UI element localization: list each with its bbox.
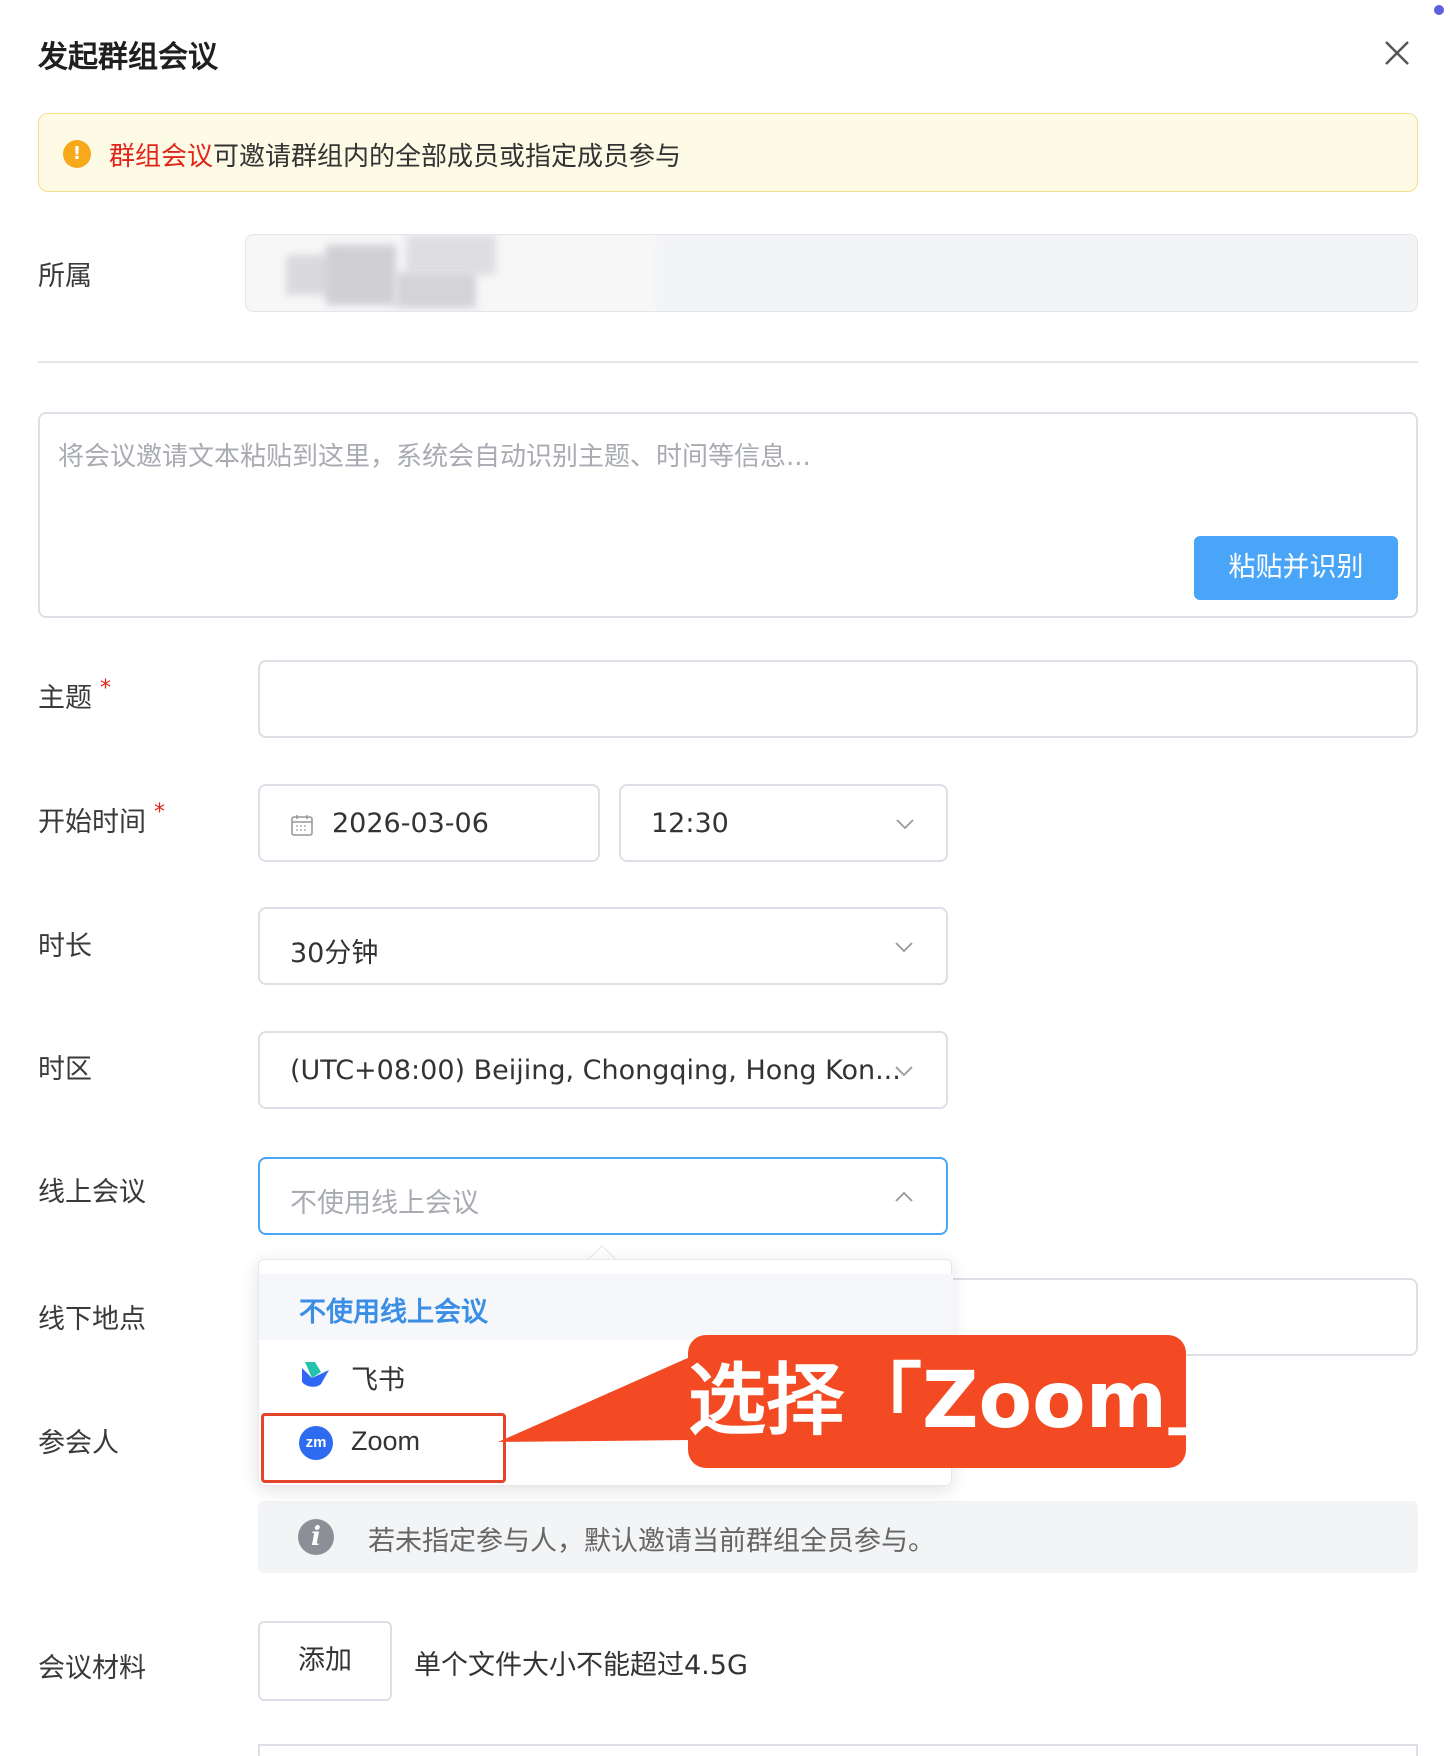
chevron-down-icon [896, 819, 914, 830]
duration-select[interactable]: 30分钟 [258, 907, 948, 985]
date-picker[interactable]: 2026-03-06 [258, 784, 600, 862]
add-material-button[interactable]: 添加 [258, 1621, 392, 1701]
subject-label-text: 主题 [38, 683, 92, 714]
callout-pointer [498, 1357, 690, 1442]
paste-textarea[interactable]: 将会议邀请文本粘贴到这里，系统会自动识别主题、时间等信息... 粘贴并识别 [38, 412, 1418, 618]
online-meeting-placeholder: 不使用线上会议 [290, 1188, 479, 1219]
chevron-down-icon [895, 942, 913, 953]
start-time-label-text: 开始时间 [38, 807, 146, 838]
callout-label: 选择「Zoom」 [688, 1335, 1245, 1468]
online-meeting-select[interactable]: 不使用线上会议 [258, 1157, 948, 1235]
duration-label: 时长 [38, 931, 92, 962]
chevron-up-icon [895, 1191, 913, 1202]
chevron-down-icon [895, 1066, 913, 1077]
participants-info-text: 若未指定参与人，默认邀请当前群组全员参与。 [368, 1526, 935, 1557]
timezone-value: (UTC+08:00) Beijing, Chongqing, Hong Kon… [290, 1055, 901, 1086]
option-no-online[interactable]: 不使用线上会议 [259, 1274, 953, 1340]
timezone-label: 时区 [38, 1054, 92, 1085]
option-no-online-label: 不使用线上会议 [299, 1297, 488, 1328]
calendar-icon [291, 815, 313, 836]
zoom-highlight-box [261, 1413, 506, 1483]
notice-text: 群组会议可邀请群组内的全部成员或指定成员参与 [109, 136, 681, 173]
dialog-title: 发起群组会议 [38, 40, 218, 75]
required-mark: * [154, 800, 165, 825]
warning-icon: ! [63, 140, 91, 168]
participants-label: 参会人 [38, 1428, 119, 1459]
offline-location-label: 线下地点 [38, 1304, 146, 1335]
date-value: 2026-03-06 [332, 808, 489, 839]
close-button[interactable] [1380, 36, 1414, 70]
section-divider [38, 361, 1418, 363]
start-time-label: 开始时间 * [38, 800, 165, 839]
participants-info: i 若未指定参与人，默认邀请当前群组全员参与。 [258, 1501, 1418, 1573]
notice-highlight: 群组会议 [109, 142, 214, 172]
belong-field [245, 234, 1418, 312]
materials-label: 会议材料 [38, 1653, 146, 1684]
timezone-select[interactable]: (UTC+08:00) Beijing, Chongqing, Hong Kon… [258, 1031, 948, 1109]
paste-placeholder: 将会议邀请文本粘贴到这里，系统会自动识别主题、时间等信息... [58, 442, 811, 472]
time-value: 12:30 [651, 808, 729, 839]
subject-label: 主题 * [38, 676, 111, 715]
required-mark: * [100, 676, 111, 701]
status-dot [1434, 5, 1444, 15]
time-select[interactable]: 12:30 [619, 784, 948, 862]
duration-value: 30分钟 [290, 938, 379, 969]
notice-body: 可邀请群组内的全部成员或指定成员参与 [213, 142, 682, 172]
online-meeting-label: 线上会议 [38, 1177, 146, 1208]
info-icon: i [298, 1519, 334, 1555]
belong-label: 所属 [38, 261, 92, 292]
feishu-icon [302, 1362, 329, 1387]
notice-banner: ! 群组会议可邀请群组内的全部成员或指定成员参与 [38, 113, 1418, 192]
close-icon [1385, 41, 1409, 65]
next-field-edge [258, 1744, 1418, 1756]
option-feishu-label: 飞书 [351, 1365, 405, 1396]
subject-input[interactable] [258, 660, 1418, 738]
file-size-hint: 单个文件大小不能超过4.5G [414, 1650, 748, 1681]
paste-recognize-button[interactable]: 粘贴并识别 [1194, 536, 1398, 600]
